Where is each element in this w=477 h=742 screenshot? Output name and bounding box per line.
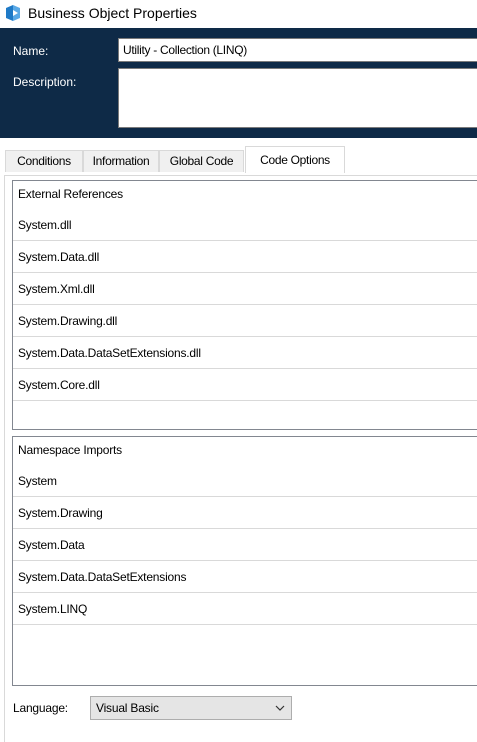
blueprism-cube-icon	[6, 5, 20, 21]
list-item[interactable]: System.Drawing	[13, 497, 477, 529]
tab-code-options[interactable]: Code Options	[245, 146, 345, 173]
list-item[interactable]: System.dll	[13, 209, 477, 241]
namespace-imports-header: Namespace Imports	[18, 443, 122, 457]
tab-information[interactable]: Information	[83, 150, 159, 172]
language-dropdown[interactable]: Visual Basic	[90, 696, 292, 720]
language-label: Language:	[13, 701, 68, 715]
list-item[interactable]: System.LINQ	[13, 593, 477, 625]
title-bar: Business Object Properties	[0, 0, 477, 26]
list-item[interactable]: System.Drawing.dll	[13, 305, 477, 337]
list-item[interactable]: System.Data.DataSetExtensions.dll	[13, 337, 477, 369]
language-selected-value: Visual Basic	[96, 701, 159, 715]
chevron-down-icon	[275, 705, 285, 711]
tab-global-code[interactable]: Global Code	[159, 150, 244, 172]
window-title: Business Object Properties	[28, 5, 197, 21]
external-references-header: External References	[18, 187, 123, 201]
list-item[interactable]: System.Core.dll	[13, 369, 477, 401]
tab-conditions[interactable]: Conditions	[5, 150, 83, 172]
list-item[interactable]: System.Data.dll	[13, 241, 477, 273]
list-item[interactable]: System.Xml.dll	[13, 273, 477, 305]
list-item-empty[interactable]	[13, 401, 477, 429]
external-references-list[interactable]: External References System.dll System.Da…	[12, 180, 477, 430]
description-label: Description:	[13, 75, 77, 89]
list-item[interactable]: System.Data	[13, 529, 477, 561]
namespace-imports-list[interactable]: Namespace Imports System System.Drawing …	[12, 436, 477, 686]
list-item[interactable]: System.Data.DataSetExtensions	[13, 561, 477, 593]
tab-strip: Conditions Information Global Code Code …	[0, 146, 477, 176]
description-field[interactable]	[118, 68, 477, 128]
list-item[interactable]: System	[13, 465, 477, 497]
name-field[interactable]	[118, 38, 477, 62]
name-label: Name:	[13, 44, 49, 58]
